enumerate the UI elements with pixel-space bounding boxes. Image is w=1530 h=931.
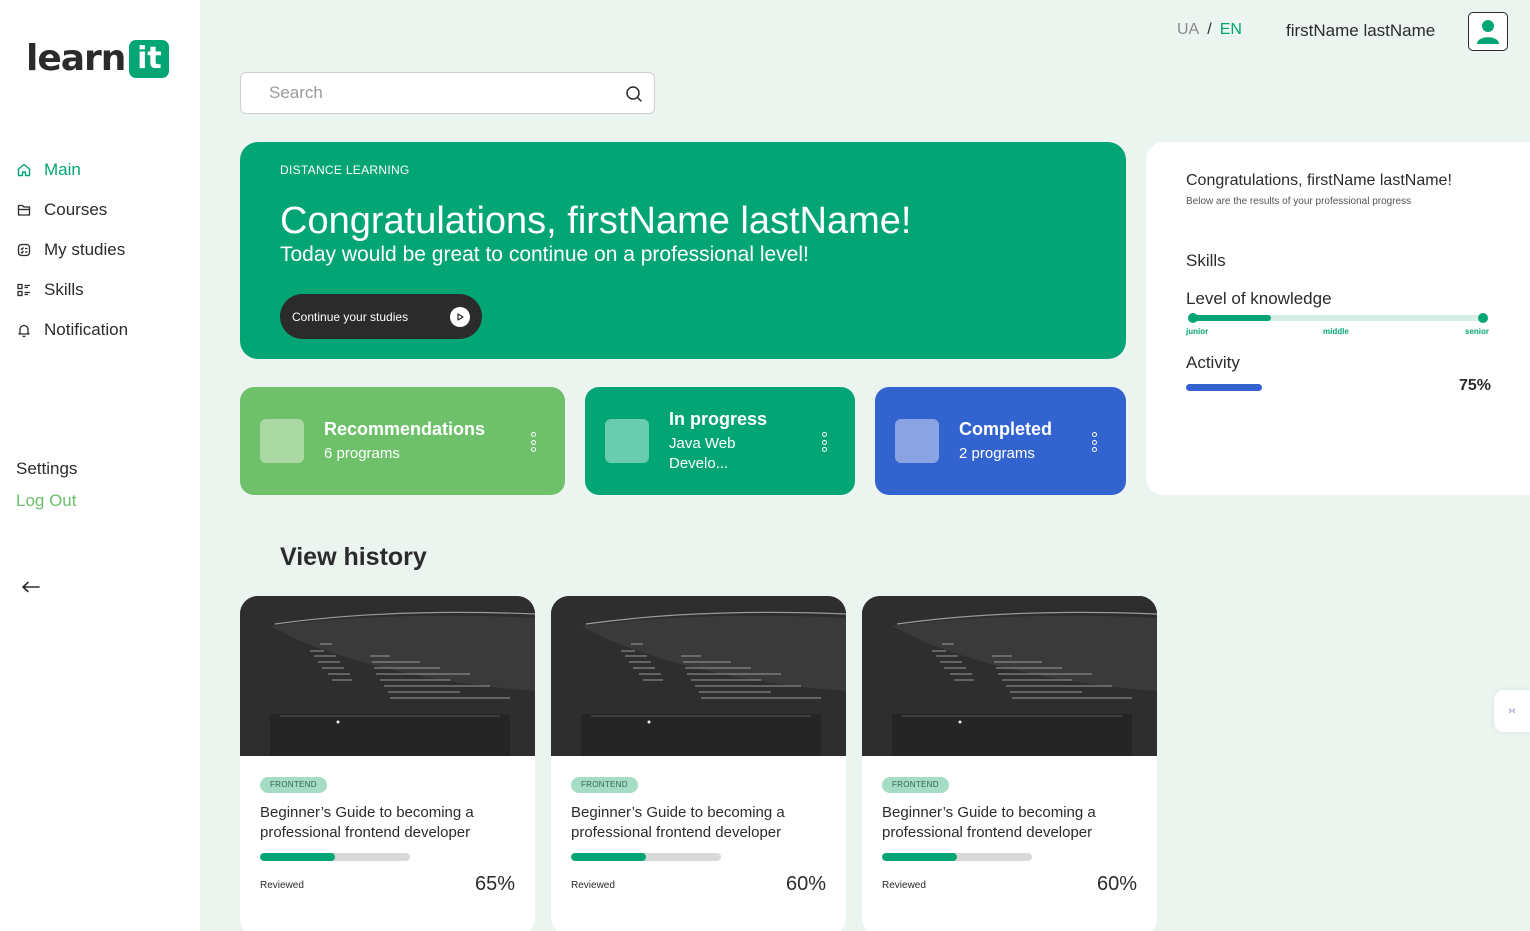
arrow-left-icon[interactable] <box>20 576 42 598</box>
level-mark-middle: middle <box>1323 327 1349 336</box>
card-title: In progress <box>669 409 768 429</box>
sidebar-item-label: Main <box>44 160 81 179</box>
search-icon[interactable] <box>625 85 643 103</box>
progress-title: Congratulations, firstName lastName! <box>1186 172 1452 189</box>
course-percent: 60% <box>785 873 826 895</box>
course-progress-fill <box>260 853 335 861</box>
level-end-dot <box>1478 313 1488 323</box>
side-widget-icon[interactable]: ›‹ <box>1494 690 1530 732</box>
history-card[interactable]: FRONTEND Beginner’s Guide to becoming a … <box>862 596 1157 931</box>
bell-icon <box>16 322 32 338</box>
avatar[interactable] <box>1468 12 1508 51</box>
sidebar: learn it Main Courses My studies Skills … <box>0 0 200 931</box>
logo-badge: it <box>129 40 170 78</box>
folder-icon <box>16 202 32 218</box>
card-title: Recommendations <box>324 419 486 439</box>
card-subtitle: Java Web Develo... <box>669 435 736 472</box>
level-start-dot <box>1188 313 1198 323</box>
list-icon <box>16 282 32 298</box>
course-title: Beginner’s Guide to becoming a professio… <box>571 804 785 841</box>
user-name[interactable]: firstName lastName <box>1286 21 1435 41</box>
level-track <box>1192 315 1484 321</box>
card-thumb <box>605 419 649 463</box>
logo[interactable]: learn it <box>26 38 170 79</box>
more-options-icon[interactable] <box>821 432 827 452</box>
level-mark-junior: junior <box>1186 327 1209 336</box>
card-title: Completed <box>959 419 1053 439</box>
language-switcher: UA / EN <box>1177 21 1242 39</box>
progress-subtitle: Below are the results of your profession… <box>1186 196 1412 207</box>
category-tag: FRONTEND <box>882 777 949 793</box>
card-subtitle: 2 programs <box>959 445 1035 462</box>
activity-percent: 75% <box>1458 377 1491 394</box>
activity-heading: Activity <box>1186 353 1240 372</box>
hero-banner: DISTANCE LEARNING Congratulations, first… <box>240 142 1126 359</box>
category-tag: FRONTEND <box>571 777 638 793</box>
more-options-icon[interactable] <box>530 432 536 452</box>
course-thumbnail <box>551 596 846 756</box>
activity-bar <box>1186 384 1262 391</box>
more-options-icon[interactable] <box>1091 432 1097 452</box>
lang-separator: / <box>1207 21 1212 38</box>
logo-text: learn <box>26 38 126 79</box>
course-title: Beginner’s Guide to becoming a professio… <box>260 804 474 841</box>
continue-studies-button[interactable]: Continue your studies <box>280 294 482 339</box>
course-progress-fill <box>571 853 646 861</box>
search-input[interactable] <box>269 82 609 104</box>
course-progress-bar <box>571 853 721 861</box>
course-thumbnail <box>240 596 535 756</box>
sidebar-item-my-studies[interactable]: My studies <box>16 230 128 270</box>
course-progress-bar <box>882 853 1032 861</box>
sidebar-item-label: My studies <box>44 240 126 259</box>
main-nav: Main Courses My studies Skills Notificat… <box>16 150 128 350</box>
continue-studies-label: Continue your studies <box>292 309 409 324</box>
sidebar-item-label: Notification <box>44 320 129 339</box>
sidebar-item-courses[interactable]: Courses <box>16 190 128 230</box>
level-heading: Level of knowledge <box>1186 289 1332 308</box>
in-progress-card[interactable]: In progress Java Web Develo... <box>585 387 855 495</box>
card-subtitle: 6 programs <box>324 445 400 462</box>
course-percent: 60% <box>1096 873 1137 895</box>
lang-en[interactable]: EN <box>1220 21 1242 39</box>
level-fill <box>1192 315 1271 321</box>
logout-link[interactable]: Log Out <box>16 491 77 511</box>
sidebar-item-main[interactable]: Main <box>16 150 128 190</box>
sidebar-item-notification[interactable]: Notification <box>16 310 128 350</box>
settings-link[interactable]: Settings <box>16 459 77 479</box>
course-progress-bar <box>260 853 410 861</box>
course-percent: 65% <box>474 873 515 895</box>
recommendations-card[interactable]: Recommendations 6 programs <box>240 387 565 495</box>
category-tag: FRONTEND <box>260 777 327 793</box>
course-status: Reviewed <box>882 880 926 891</box>
level-mark-senior: senior <box>1465 327 1490 336</box>
user-icon <box>1477 19 1499 44</box>
skills-heading: Skills <box>1186 251 1226 270</box>
view-history-title: View history <box>280 543 427 571</box>
course-title: Beginner’s Guide to becoming a professio… <box>882 804 1096 841</box>
play-icon <box>450 307 470 327</box>
hero-title: Congratulations, firstName lastName! <box>280 200 912 242</box>
sidebar-item-label: Skills <box>44 280 84 299</box>
completed-card[interactable]: Completed 2 programs <box>875 387 1126 495</box>
progress-panel: Congratulations, firstName lastName! Bel… <box>1146 142 1530 495</box>
sidebar-item-label: Courses <box>44 200 108 219</box>
card-thumb <box>895 419 939 463</box>
home-icon <box>16 162 32 178</box>
history-card[interactable]: FRONTEND Beginner’s Guide to becoming a … <box>551 596 846 931</box>
card-thumb <box>260 419 304 463</box>
history-card[interactable]: FRONTEND Beginner’s Guide to becoming a … <box>240 596 535 931</box>
sidebar-item-skills[interactable]: Skills <box>16 270 128 310</box>
course-status: Reviewed <box>260 880 304 891</box>
course-progress-fill <box>882 853 957 861</box>
search-box <box>240 72 655 114</box>
hero-subtitle: Today would be great to continue on a pr… <box>280 243 809 266</box>
studies-icon <box>16 242 32 258</box>
hero-kicker: DISTANCE LEARNING <box>280 163 410 177</box>
course-thumbnail <box>862 596 1157 756</box>
course-status: Reviewed <box>571 880 615 891</box>
lang-ua[interactable]: UA <box>1177 21 1199 39</box>
